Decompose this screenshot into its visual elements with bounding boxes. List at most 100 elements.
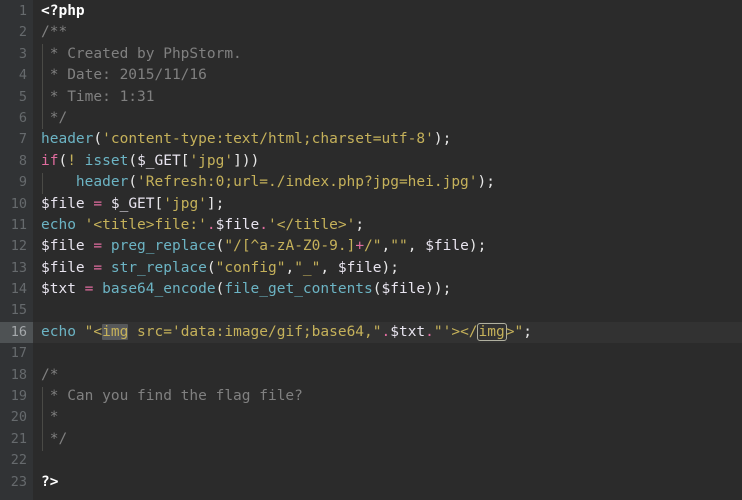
function-name: file_get_contents [224,281,373,298]
bracket: ] [233,152,242,169]
code-line[interactable]: * [33,407,742,428]
semicolon: ; [486,174,495,191]
line-number[interactable]: 12 [0,236,33,257]
code-line-blank[interactable] [33,300,742,321]
line-number[interactable]: 22 [0,450,33,471]
line-number[interactable]: 10 [0,194,33,215]
code-line[interactable]: * Time: 1:31 [33,87,742,108]
paren: ( [128,152,138,169]
concat-operator: . [259,216,268,233]
not-operator: ! [67,152,76,169]
variable: $_GET [137,152,181,169]
line-number[interactable]: 20 [0,407,33,428]
matched-tag-highlight-open[interactable]: img [102,323,129,340]
function-name: isset [84,152,129,169]
line-number-caret[interactable]: 16 [0,321,33,344]
string-literal: 'content-type:text/html;charset=utf-8' [102,131,434,148]
keyword-echo: echo [41,216,76,233]
code-line[interactable]: /* [33,365,742,386]
function-name: header [41,131,94,148]
comment-text: * Can you find the flag file? [41,388,303,405]
string-literal: "" [390,238,408,255]
regex-quantifier: + [355,238,365,255]
line-number[interactable]: 4 [0,65,33,86]
code-line-blank[interactable] [33,450,742,471]
code-line[interactable]: header('Refresh:0;url=./index.php?jpg=he… [33,172,742,193]
bracket: [ [154,195,164,212]
line-number[interactable]: 23 [0,472,33,493]
paren: ) [381,259,391,276]
function-name: header [75,174,129,191]
code-line[interactable]: * Created by PhpStorm. [33,44,742,65]
variable: $file [425,238,469,255]
code-line[interactable]: $file = preg_replace("/[^a-zA-Z0-9.]+/",… [33,236,742,257]
line-number[interactable]: 14 [0,279,33,300]
function-name: base64_encode [102,281,216,298]
line-number[interactable]: 11 [0,215,33,236]
code-line-blank[interactable] [33,343,742,364]
assign-operator: = [75,281,103,298]
code-line[interactable]: /** [33,22,742,43]
line-number-gutter[interactable]: 1 2 3 4 5 6 7 8 9 10 11 12 13 14 15 16 1… [0,0,33,500]
assign-operator: = [84,259,111,276]
code-text-area[interactable]: <?php /** * Created by PhpStorm. * Date:… [33,0,742,500]
line-number[interactable]: 6 [0,108,33,129]
line-number[interactable]: 18 [0,365,33,386]
matched-tag-highlight-close[interactable]: img [476,322,507,341]
code-line[interactable]: */ [33,429,742,450]
variable: $txt [41,281,76,298]
line-number[interactable]: 21 [0,429,33,450]
string-literal: 'jpg' [163,195,207,212]
variable: $file [41,195,85,212]
string-literal: "'></ [433,323,478,340]
string-literal: '</title>' [268,216,356,233]
code-line[interactable]: echo '<title>file:'.$file.'</title>'; [33,215,742,236]
line-number[interactable]: 9 [0,172,33,193]
concat-operator: . [425,323,434,340]
code-line[interactable]: * Can you find the flag file? [33,386,742,407]
string-literal: 'jpg' [189,152,234,169]
code-line[interactable]: * Date: 2015/11/16 [33,65,742,86]
code-editor[interactable]: 1 2 3 4 5 6 7 8 9 10 11 12 13 14 15 16 1… [0,0,742,500]
line-number[interactable]: 5 [0,87,33,108]
code-line[interactable]: $file = $_GET['jpg']; [33,194,742,215]
comment-text: */ [41,430,68,447]
paren: ) [468,238,478,255]
code-line[interactable]: if(! isset($_GET['jpg'])) [33,151,742,172]
comment-text: */ [41,109,68,126]
code-line[interactable]: <?php [33,1,742,22]
php-open-tag: <?php [41,3,85,19]
line-number[interactable]: 3 [0,44,33,65]
semicolon: ; [477,238,487,255]
comment-text: * Date: 2015/11/16 [41,67,207,84]
paren: ) [241,152,251,169]
string-literal: " [372,323,382,340]
code-line[interactable]: ?> [33,472,742,493]
paren: ( [58,152,68,169]
line-number[interactable]: 8 [0,151,33,172]
assign-operator: = [84,238,111,255]
line-number[interactable]: 1 [0,1,33,22]
paren: ) [433,131,443,148]
code-line[interactable]: $file = str_replace("config","_", $file)… [33,258,742,279]
semicolon: ; [355,216,365,233]
variable: $txt [390,323,426,340]
code-line[interactable]: header('content-type:text/html;charset=u… [33,129,742,150]
line-number[interactable]: 13 [0,258,33,279]
semicolon: ; [442,281,452,298]
line-number[interactable]: 15 [0,300,33,321]
line-number[interactable]: 17 [0,343,33,364]
comma: , [320,259,338,276]
code-line-caret[interactable]: echo "<img src='data:image/gif;base64,".… [33,321,742,344]
code-line[interactable]: */ [33,108,742,129]
paren: ( [93,131,103,148]
line-number[interactable]: 19 [0,386,33,407]
line-number[interactable]: 7 [0,129,33,150]
comma: , [407,238,426,255]
function-name: str_replace [110,259,207,276]
line-number[interactable]: 2 [0,22,33,43]
code-line[interactable]: $txt = base64_encode(file_get_contents($… [33,279,742,300]
